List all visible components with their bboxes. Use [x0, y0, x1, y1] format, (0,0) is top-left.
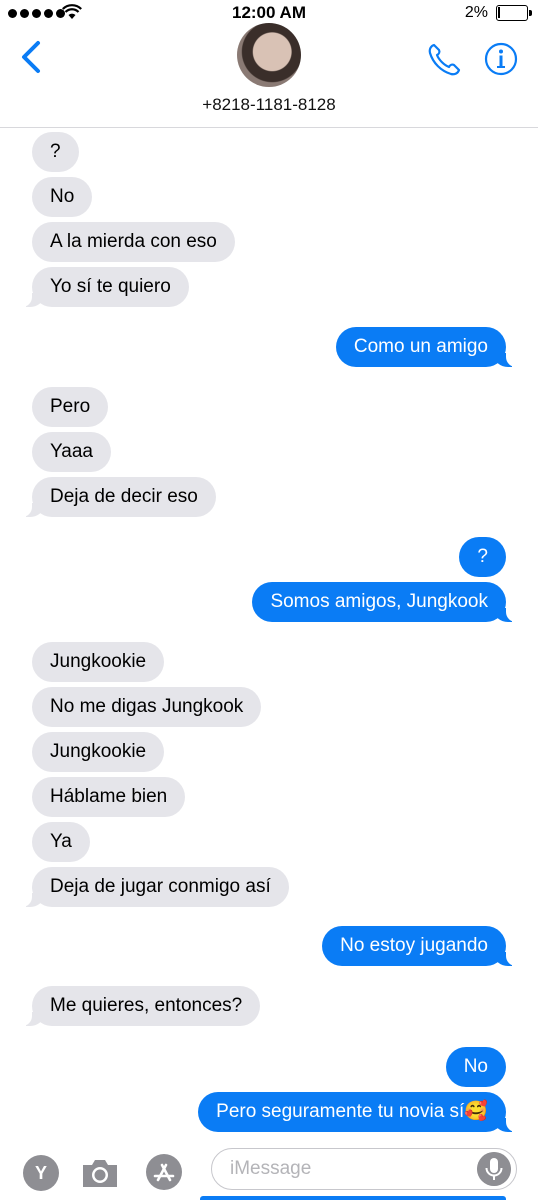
- message-outgoing[interactable]: No estoy jugando: [322, 926, 520, 966]
- camera-icon[interactable]: [80, 1153, 120, 1193]
- message-incoming[interactable]: Yo sí te quiero: [18, 267, 189, 307]
- message-incoming[interactable]: Yaaa: [32, 432, 111, 472]
- message-outgoing[interactable]: Somos amigos, Jungkook: [252, 582, 520, 622]
- message-outgoing[interactable]: ?: [459, 537, 506, 577]
- phone-icon[interactable]: [426, 42, 462, 78]
- contact-number[interactable]: +8218-1181-8128: [0, 95, 538, 115]
- back-chevron-icon[interactable]: [18, 40, 46, 74]
- message-thread[interactable]: ? No A la mierda con eso Yo sí te quiero…: [0, 128, 538, 1138]
- contact-avatar[interactable]: [237, 23, 301, 87]
- compose-bar: Y: [0, 1138, 538, 1200]
- app-store-icon[interactable]: [144, 1152, 184, 1192]
- message-incoming[interactable]: Pero: [32, 387, 109, 427]
- message-outgoing[interactable]: Como un amigo: [335, 327, 521, 367]
- message-incoming[interactable]: No: [32, 177, 93, 217]
- app-drawer-y-icon[interactable]: Y: [23, 1155, 59, 1191]
- message-incoming[interactable]: Jungkookie: [32, 642, 165, 682]
- message-incoming[interactable]: Deja de jugar conmigo así: [18, 867, 289, 907]
- message-incoming[interactable]: Deja de decir eso: [18, 477, 216, 517]
- message-outgoing[interactable]: No: [445, 1047, 506, 1087]
- conversation-header: +8218-1181-8128: [0, 0, 538, 128]
- microphone-icon[interactable]: [477, 1152, 511, 1186]
- info-icon[interactable]: [484, 42, 518, 76]
- imessage-input[interactable]: [211, 1148, 517, 1190]
- message-incoming[interactable]: Jungkookie: [32, 732, 165, 772]
- message-incoming[interactable]: ?: [32, 132, 79, 172]
- message-incoming[interactable]: Me quieres, entonces?: [17, 986, 261, 1026]
- message-incoming[interactable]: A la mierda con eso: [32, 222, 235, 262]
- message-outgoing[interactable]: Pero seguramente tu novia sí🥰: [198, 1092, 520, 1132]
- message-incoming[interactable]: Ya: [32, 822, 90, 862]
- hidden-message-edge: [200, 1196, 506, 1200]
- message-incoming[interactable]: Háblame bien: [32, 777, 186, 817]
- message-incoming[interactable]: No me digas Jungkook: [32, 687, 262, 727]
